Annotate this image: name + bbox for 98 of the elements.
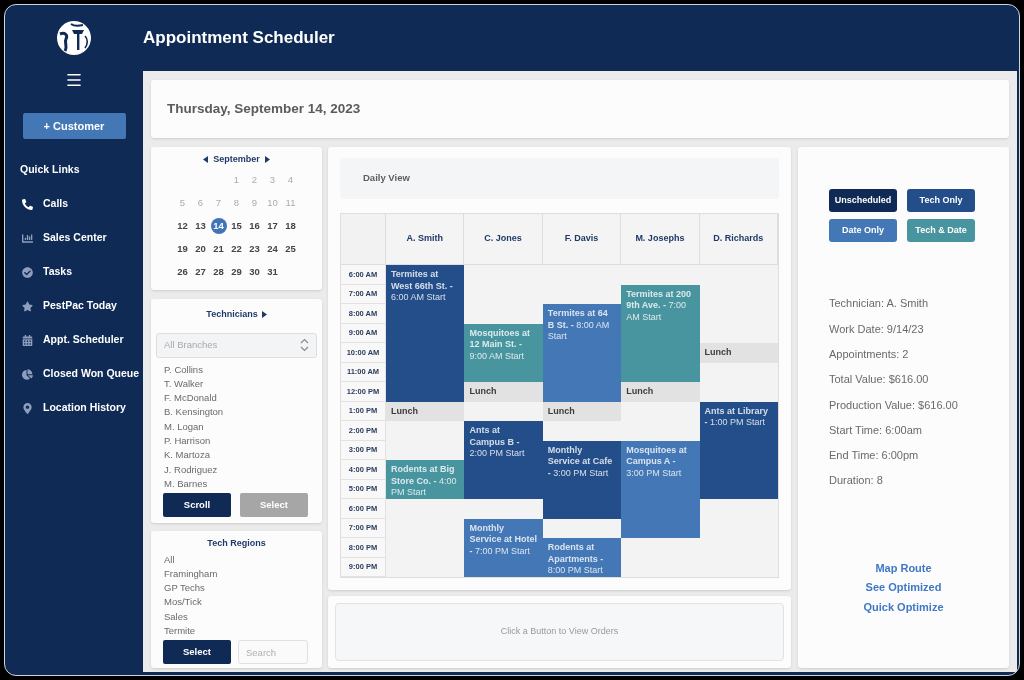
region-list-item[interactable]: Mos/Tick [164, 595, 202, 610]
quick-link[interactable]: Tasks [43, 264, 72, 280]
technician-list-item[interactable]: B. Kensington [164, 405, 224, 420]
technician-list-item[interactable]: F. McDonald [164, 391, 217, 406]
calendar-day[interactable]: 20 [192, 241, 209, 257]
calendar-day[interactable]: 18 [282, 218, 299, 234]
quick-link[interactable]: Sales Center [43, 230, 107, 246]
quick-link[interactable]: Appt. Scheduler [43, 332, 124, 348]
technician-column-header[interactable]: A. Smith [386, 214, 465, 265]
calendar-day[interactable]: 28 [210, 264, 227, 280]
add-customer-button[interactable]: + Customer [22, 113, 126, 139]
technician-column-header[interactable]: M. Josephs [621, 214, 700, 265]
technician-list-item[interactable]: P. Harrison [164, 434, 211, 449]
region-list-item[interactable]: GP Techs [164, 581, 205, 596]
appointment-block[interactable]: Monthly Service at Cafe - 3:00 PM Start [542, 440, 622, 519]
appointment-block[interactable]: Monthly Service at Hotel - 7:00 PM Start [464, 518, 543, 577]
quick-link[interactable]: Closed Won Queue [43, 366, 140, 382]
calendar-month: September [213, 153, 260, 166]
calendar-day[interactable]: 12 [174, 218, 191, 234]
date-heading: Thursday, September 14, 2023 [167, 99, 361, 118]
lunch-block[interactable]: Lunch [699, 343, 778, 363]
calendar-day[interactable]: 31 [264, 264, 281, 280]
lunch-block[interactable]: Lunch [464, 382, 543, 402]
quick-link[interactable]: Calls [43, 196, 69, 212]
view-title: Daily View [363, 171, 410, 186]
logo [57, 21, 91, 55]
appointment-block[interactable]: Mosquitoes at Campus A - 3:00 PM Start [621, 440, 700, 538]
calendar-day[interactable]: 14 [210, 218, 227, 234]
calendar-day[interactable]: 30 [246, 264, 263, 280]
expand-caret-icon[interactable] [261, 311, 267, 319]
calendar-day[interactable]: 19 [174, 241, 191, 257]
menu-icon[interactable] [65, 71, 83, 89]
filter-button[interactable]: Tech Only [907, 189, 975, 212]
filter-button[interactable]: Tech & Date [907, 219, 975, 242]
summary-line: Appointments: 2 [829, 347, 909, 362]
pie-chart-icon [22, 368, 33, 380]
technicians-heading: Technicians [206, 308, 258, 321]
appointment-block[interactable]: Ants at Campus B - 2:00 PM Start [464, 421, 543, 499]
summary-line: End Time: 6:00pm [829, 448, 919, 464]
calendar-day[interactable]: 17 [264, 218, 281, 234]
technician-column-header[interactable]: D. Richards [699, 214, 778, 265]
calendar-day[interactable]: 21 [210, 241, 227, 257]
technician-list-item[interactable]: M. Barnes [164, 476, 208, 492]
calendar-day[interactable]: 26 [174, 264, 191, 280]
technician-list-item[interactable]: P. Collins [164, 362, 203, 377]
summary-line: Total Value: $616.00 [829, 372, 929, 388]
region-list-item[interactable]: Sales [164, 609, 188, 624]
orders-message: Click a Button to View Orders [500, 625, 619, 639]
appointment-block[interactable]: Termites at West 66th St. - 6:00 AM Start [386, 265, 465, 402]
up-down-chevron-icon [300, 338, 309, 352]
phone-icon [22, 198, 33, 210]
appointment-block[interactable]: Ants at Library - 1:00 PM Start [699, 401, 778, 499]
technician-list-item[interactable]: K. Martoza [164, 448, 210, 463]
lunch-block[interactable]: Lunch [386, 401, 465, 421]
region-select-button[interactable]: Select [163, 640, 231, 665]
technician-list-item[interactable]: T. Walker [164, 376, 204, 392]
quick-link[interactable]: PestPac Today [43, 298, 117, 314]
bar-chart-icon [22, 232, 33, 244]
action-link[interactable]: Quick Optimize [863, 600, 944, 614]
summary-line: Production Value: $616.00 [829, 397, 958, 413]
technician-column-header[interactable]: C. Jones [464, 214, 543, 265]
calendar-day[interactable]: 13 [192, 218, 209, 234]
calendar-icon [22, 334, 33, 346]
calendar-day[interactable]: 23 [246, 241, 263, 257]
filter-button[interactable]: Unscheduled [829, 189, 897, 212]
action-link[interactable]: Map Route [875, 561, 932, 575]
calendar-day[interactable]: 22 [228, 241, 245, 257]
lunch-block[interactable]: Lunch [621, 382, 700, 402]
region-list-item[interactable]: Framingham [164, 566, 218, 582]
technician-list-item[interactable]: M. Logan [164, 419, 204, 434]
calendar-day[interactable]: 25 [282, 241, 299, 257]
map-pin-icon [22, 402, 33, 414]
filter-button[interactable]: Date Only [829, 219, 897, 242]
technician-list-item[interactable]: J. Rodriguez [164, 462, 218, 477]
previous-month-icon[interactable] [203, 156, 209, 164]
summary-line: Technician: A. Smith [829, 296, 929, 312]
summary-line: Start Time: 6:00am [829, 422, 922, 438]
page-title: Appointment Scheduler [143, 27, 335, 50]
star-icon [22, 300, 33, 312]
technician-column-header[interactable]: F. Davis [542, 214, 622, 265]
summary-line: Work Date: 9/14/23 [829, 321, 924, 337]
calendar-day[interactable]: 16 [246, 218, 263, 234]
technician-action-button[interactable]: Scroll [163, 493, 231, 518]
region-search-field[interactable]: Search [238, 640, 308, 665]
summary-line: Duration: 8 [829, 473, 883, 489]
calendar-day[interactable]: 29 [228, 264, 245, 280]
quick-link[interactable]: Location History [43, 400, 126, 416]
next-month-icon[interactable] [264, 156, 270, 164]
tech-regions-heading: Tech Regions [207, 537, 266, 550]
calendar-day[interactable]: 27 [192, 264, 209, 280]
calendar-day[interactable]: 15 [228, 218, 245, 234]
region-list-item[interactable]: All [164, 552, 175, 567]
quick-links-heading: Quick Links [20, 162, 80, 178]
region-list-item[interactable]: Termite [164, 624, 196, 639]
appointment-block[interactable]: Rodents at Apartments - 8:00 PM Start [542, 538, 622, 577]
action-link[interactable]: See Optimized [865, 581, 942, 595]
calendar-day[interactable]: 24 [264, 241, 281, 257]
appointment-block[interactable]: Termites at 64 B St. - 8:00 AM Start [542, 304, 622, 402]
